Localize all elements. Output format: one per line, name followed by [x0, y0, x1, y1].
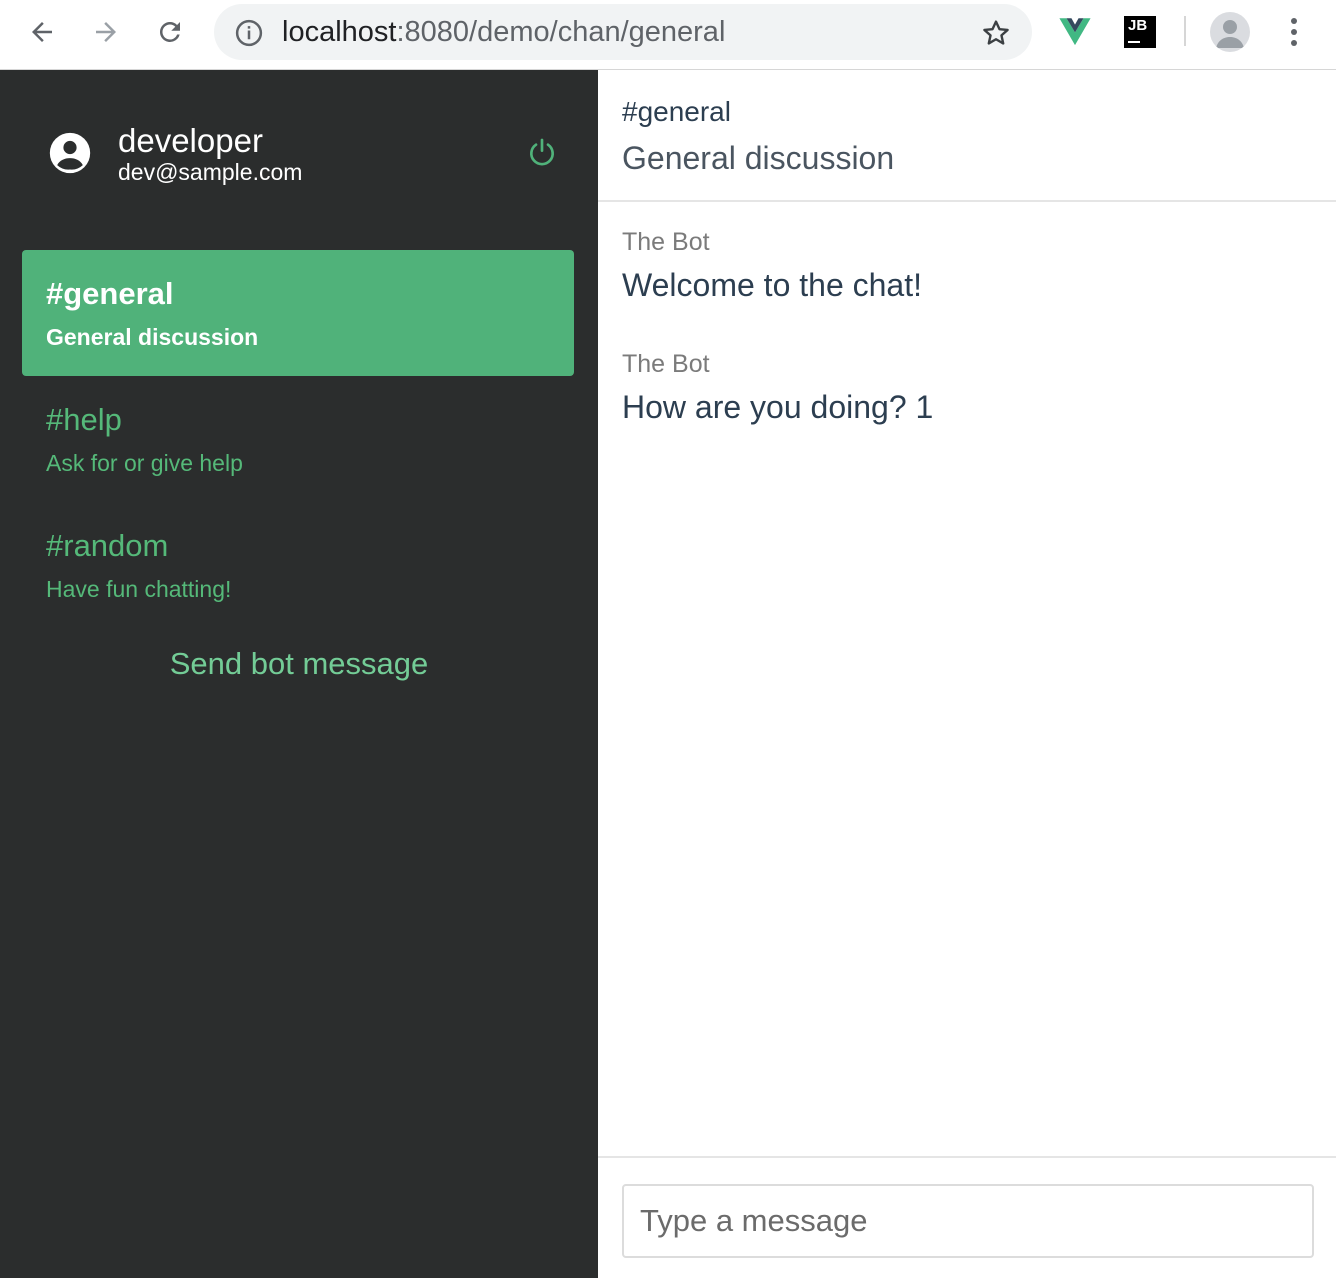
channel-description: Have fun chatting! — [46, 576, 232, 602]
send-bot-message-button[interactable]: Send bot message — [0, 646, 598, 682]
reload-button[interactable] — [150, 12, 190, 52]
message-item: The Bot Welcome to the chat! — [622, 228, 922, 304]
message-text: Welcome to the chat! — [622, 267, 922, 303]
channel-header: #general General discussion — [598, 70, 1336, 202]
profile-avatar[interactable] — [1210, 12, 1250, 52]
message-item: The Bot How are you doing? 1 — [622, 350, 933, 426]
channel-description: General discussion — [46, 324, 259, 350]
reload-icon — [159, 21, 180, 42]
jetbrains-label: JB — [1128, 17, 1148, 34]
jetbrains-icon[interactable]: JB — [1124, 16, 1156, 48]
back-button[interactable] — [22, 12, 62, 52]
channel-name: #help — [46, 402, 122, 437]
account-circle-icon — [49, 132, 91, 174]
url-path: :8080/demo/chan/general — [396, 16, 726, 48]
channel-item-random[interactable]: #random Have fun chatting! — [22, 502, 574, 628]
sidebar: developer dev@sample.com #general Genera… — [0, 70, 598, 1278]
channel-item-help[interactable]: #help Ask for or give help — [22, 376, 574, 502]
forward-button[interactable] — [86, 12, 126, 52]
channel-item-general[interactable]: #general General discussion — [22, 250, 574, 376]
info-icon[interactable] — [234, 18, 264, 48]
user-email: dev@sample.com — [118, 159, 303, 185]
user-name: developer — [118, 122, 263, 159]
message-text: How are you doing? 1 — [622, 389, 934, 425]
logout-power-icon[interactable] — [526, 136, 558, 168]
vue-devtools-icon[interactable] — [1058, 14, 1092, 48]
message-author: The Bot — [622, 228, 710, 256]
person-icon — [1216, 20, 1244, 48]
star-icon[interactable] — [980, 17, 1012, 49]
channel-subtitle: General discussion — [622, 140, 895, 176]
address-bar[interactable]: localhost:8080/demo/chan/general — [214, 4, 1032, 60]
channel-name: #general — [46, 276, 174, 311]
channel-description: Ask for or give help — [46, 450, 243, 476]
message-composer — [598, 1156, 1336, 1278]
toolbar-divider — [1184, 16, 1186, 46]
channel-name: #random — [46, 528, 169, 563]
url-host: localhost — [282, 16, 397, 48]
browser-toolbar: localhost:8080/demo/chan/general JB — [0, 0, 1336, 70]
more-menu-icon[interactable] — [1278, 14, 1310, 50]
url-text[interactable]: localhost:8080/demo/chan/general — [282, 16, 725, 49]
arrow-left-icon — [32, 22, 52, 42]
arrow-right-icon — [96, 22, 116, 42]
chat-panel: #general General discussion The Bot Welc… — [598, 70, 1336, 1278]
message-author: The Bot — [622, 350, 710, 378]
message-input[interactable] — [622, 1184, 1314, 1258]
channel-title: #general — [622, 96, 731, 127]
